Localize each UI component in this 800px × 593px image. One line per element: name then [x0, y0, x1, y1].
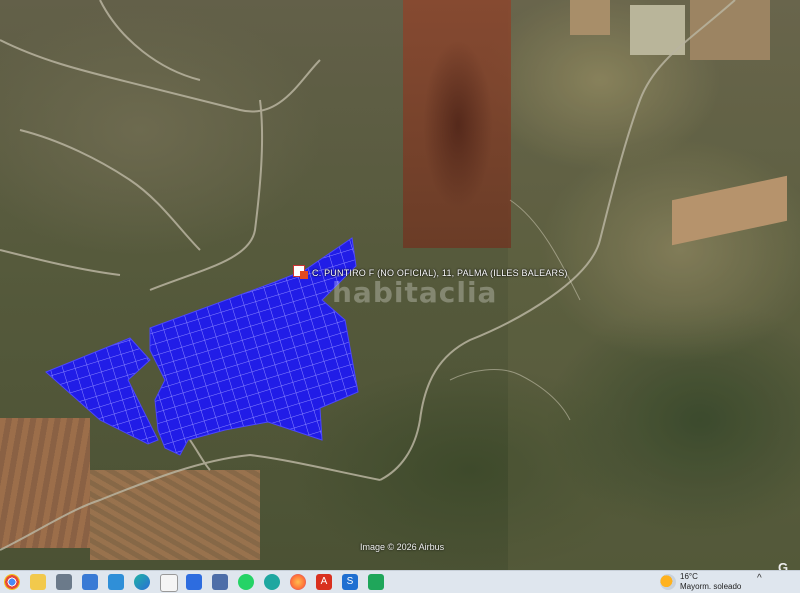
imagery-credit: Image © 2026 Airbus [360, 542, 445, 552]
location-marker-accent [300, 271, 308, 279]
corner-mark: G [778, 560, 789, 570]
satellite-map[interactable]: C. PUNTIRO F (NO OFICIAL), 11, PALMA (IL… [0, 0, 800, 570]
whatsapp-icon[interactable] [238, 574, 254, 590]
chrome-icon[interactable] [4, 574, 20, 590]
app-green-icon[interactable] [368, 574, 384, 590]
app-teal-icon[interactable] [264, 574, 280, 590]
sun-cloud-icon[interactable] [660, 574, 676, 590]
photos-2-icon[interactable] [108, 574, 124, 590]
app-blue-icon[interactable] [186, 574, 202, 590]
weather-temp[interactable]: 16°C [680, 572, 698, 581]
photos-icon[interactable] [82, 574, 98, 590]
edge-icon[interactable] [134, 574, 150, 590]
watermark: habitaclia [332, 276, 498, 309]
app-s-icon[interactable]: S [342, 574, 358, 590]
firefox-icon[interactable] [290, 574, 306, 590]
weather-desc[interactable]: Mayorm. soleado [680, 582, 741, 591]
acrobat-icon[interactable]: A [316, 574, 332, 590]
file-explorer-icon[interactable] [30, 574, 46, 590]
parcel-west [45, 337, 159, 445]
save-icon[interactable] [212, 574, 228, 590]
document-icon[interactable] [160, 574, 178, 592]
app-icon[interactable] [56, 574, 72, 590]
tray-chevron-icon[interactable]: ^ [757, 573, 762, 584]
